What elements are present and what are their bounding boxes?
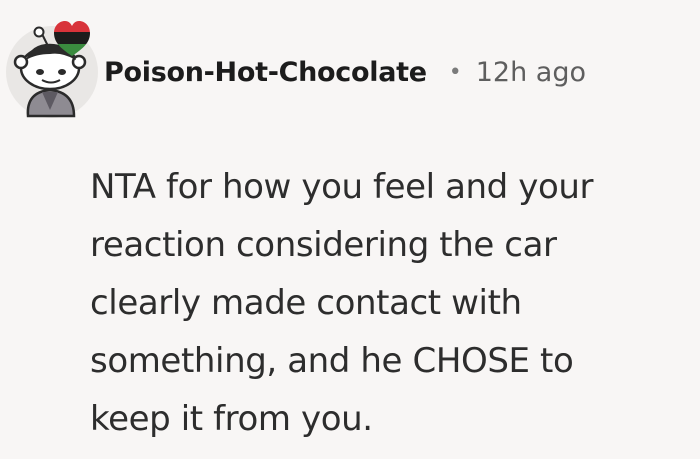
author-username[interactable]: Poison-Hot-Chocolate (104, 57, 427, 88)
comment-card: Poison-Hot-Chocolate • 12h ago NTA for h… (0, 0, 700, 459)
comment-body-line: clearly made contact with (90, 283, 522, 323)
comment-body: NTA for how you feel and your reaction c… (90, 158, 690, 448)
user-avatar[interactable] (2, 20, 100, 120)
comment-timestamp[interactable]: 12h ago (476, 57, 586, 88)
comment-body-line: NTA for how you feel and your (90, 167, 594, 207)
comment-body-line: reaction considering the car (90, 225, 557, 265)
comment-body-line: keep it from you. (90, 399, 373, 439)
comment-body-line: something, and he CHOSE to (90, 341, 574, 381)
snoo-avatar-with-flag-heart-icon (6, 21, 98, 118)
comment-header: Poison-Hot-Chocolate • 12h ago (104, 50, 586, 94)
separator-dot: • (448, 59, 462, 85)
